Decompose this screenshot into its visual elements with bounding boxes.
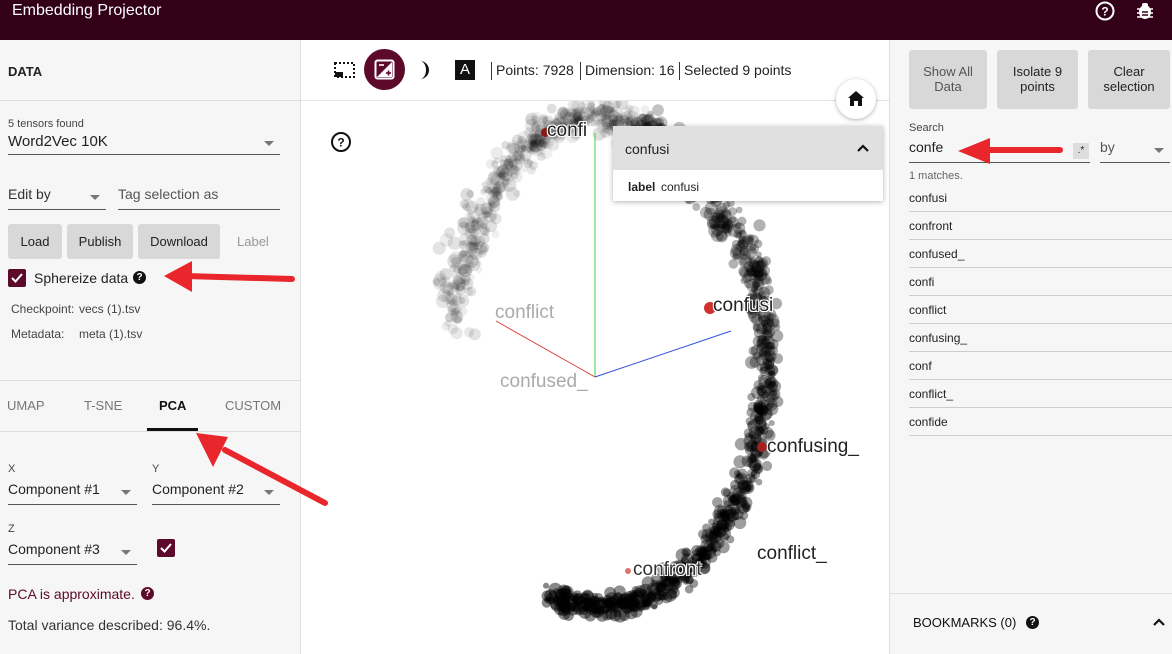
annotation-arrows xyxy=(164,138,1063,506)
arrow-to-sphereize xyxy=(182,273,295,282)
arrow-to-pca-tab xyxy=(222,447,328,506)
